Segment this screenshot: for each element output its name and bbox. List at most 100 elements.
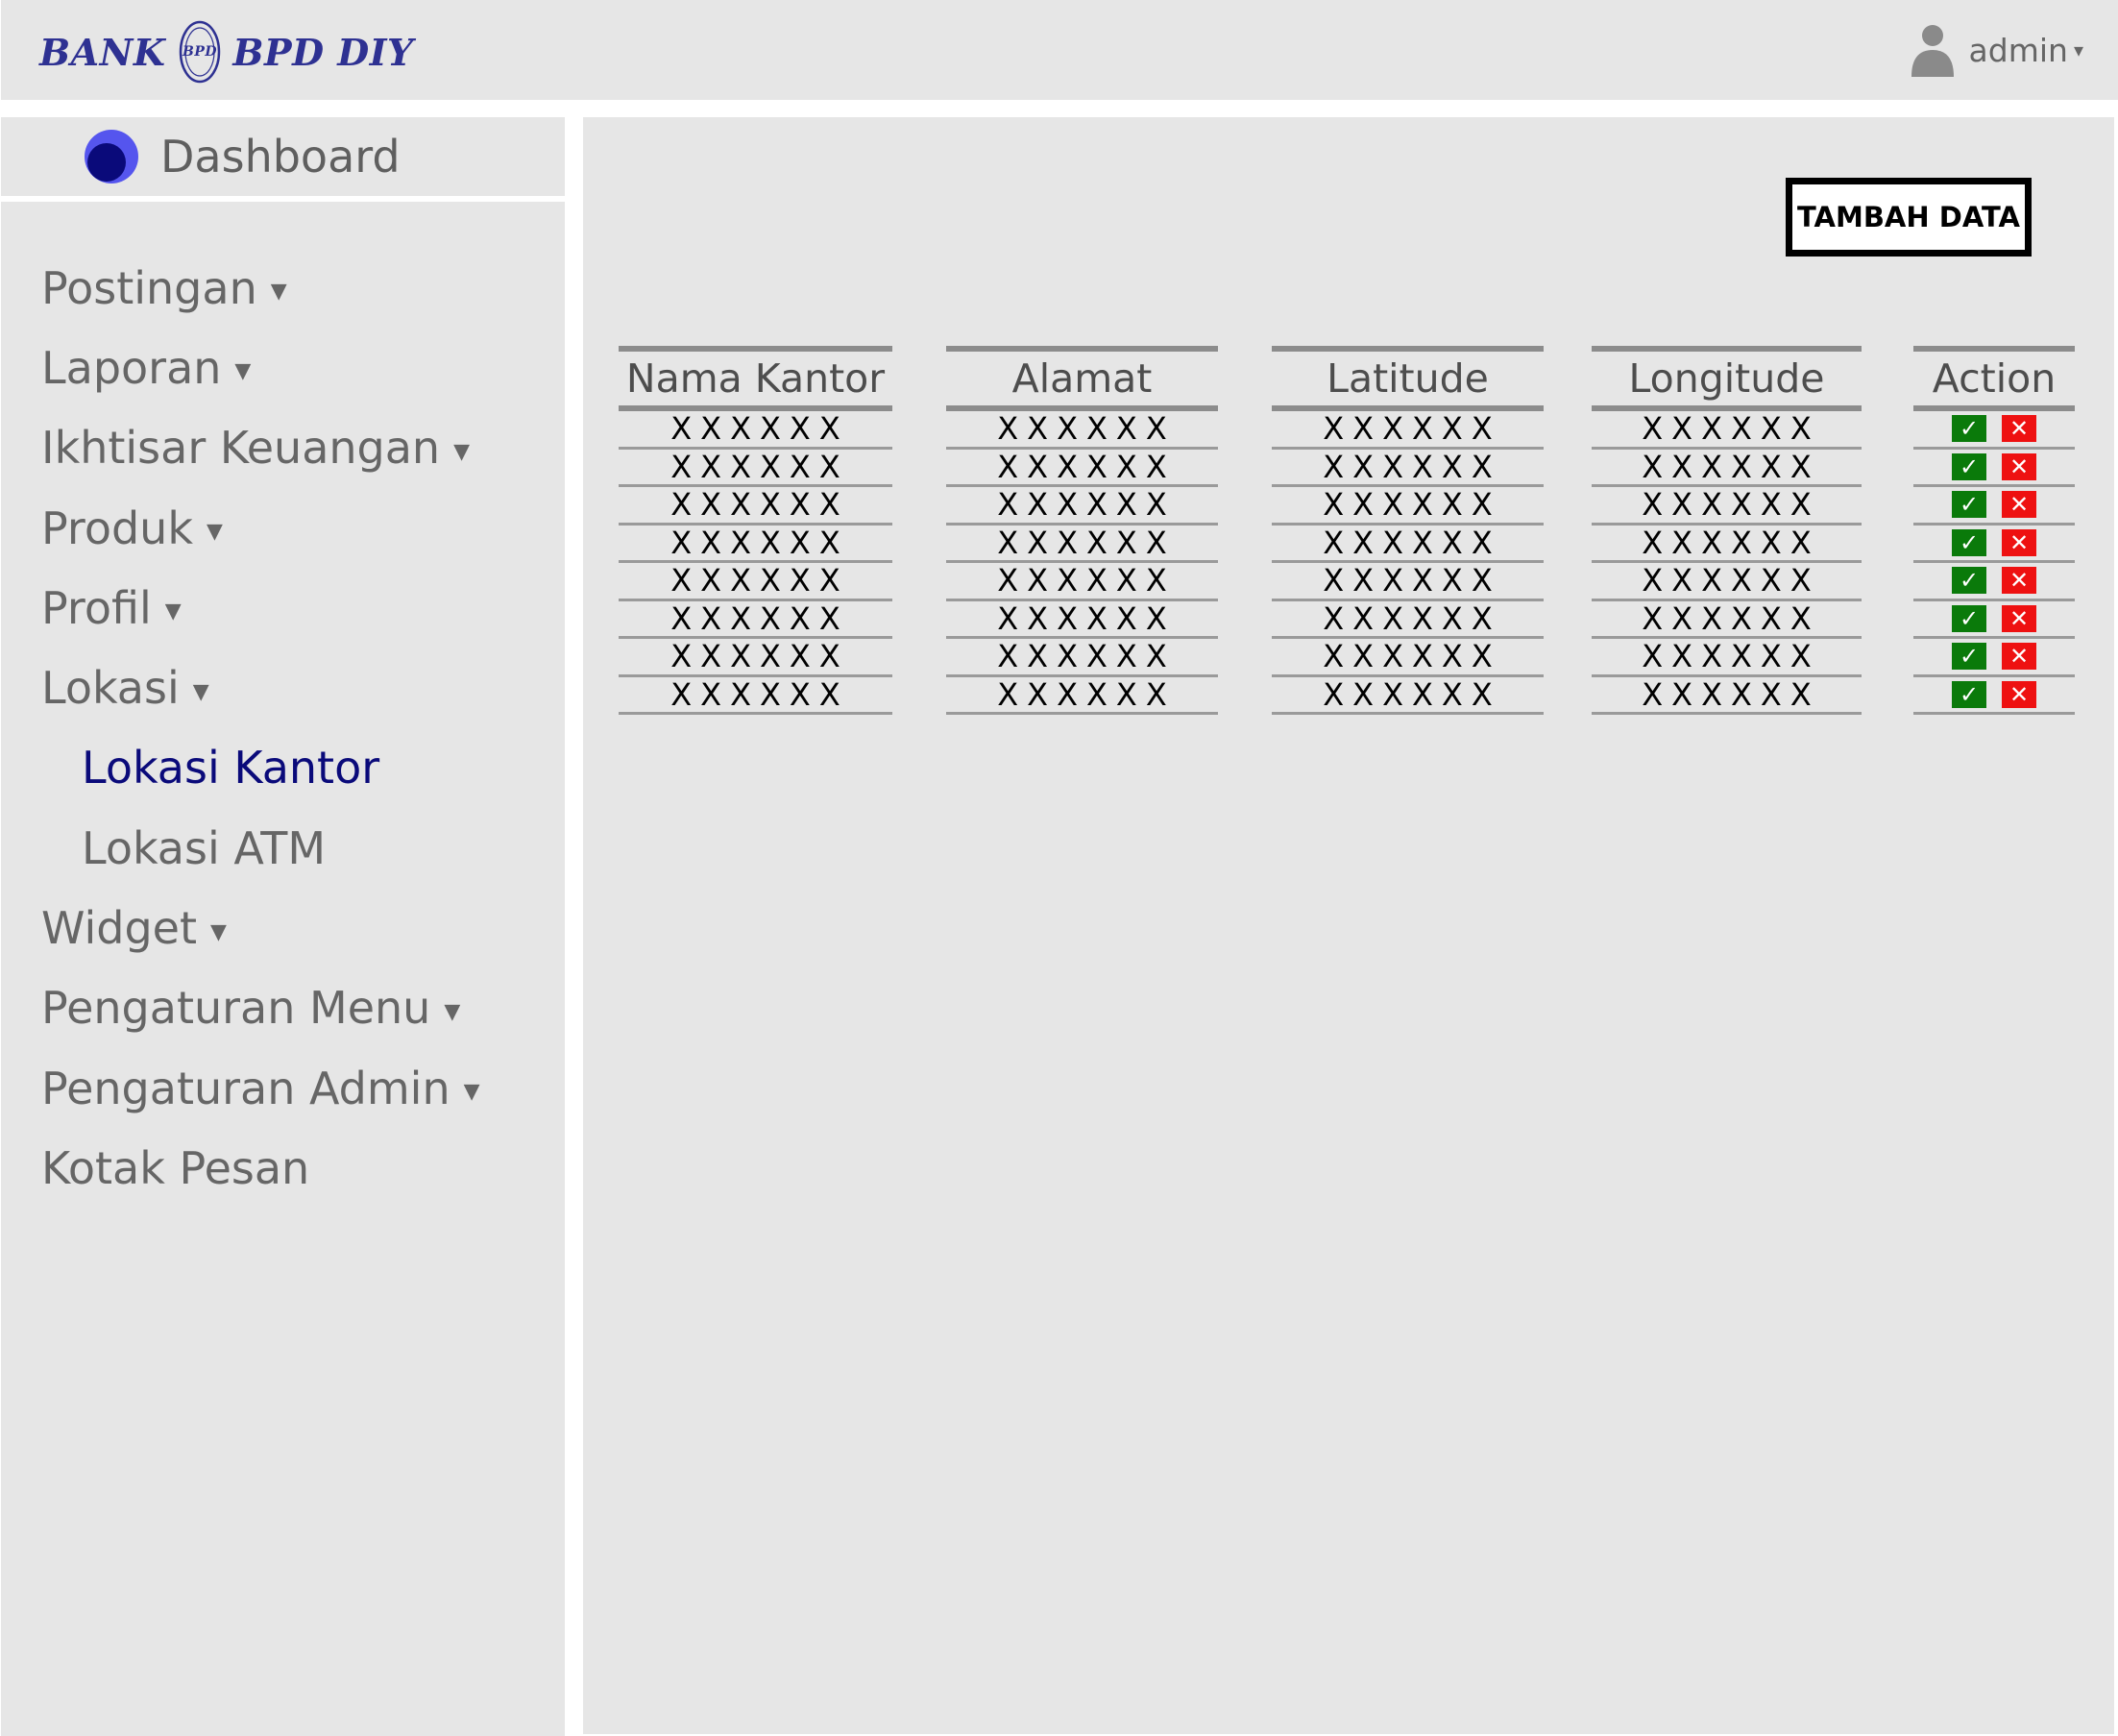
column-alamat: Alamat XXXXXX XXXXXX XXXXXX XXXXXX XXXXXX XXX… (946, 346, 1218, 715)
delete-icon[interactable]: ✕ (2002, 567, 2036, 595)
table-cell: XXXXXX (619, 676, 892, 715)
action-cell: ✓ ✕ (1913, 639, 2075, 677)
caret-down-icon: ▼ (463, 1080, 480, 1105)
svg-text:BPD: BPD (182, 44, 217, 60)
caret-down-icon: ▼ (453, 439, 470, 464)
table-cell: XXXXXX (1592, 410, 1862, 450)
table-cell: XXXXXX (1272, 676, 1544, 715)
table-cell: XXXXXX (1272, 410, 1544, 450)
bank-logo[interactable]: BANK BPD BPD DIY (39, 17, 414, 86)
action-cell: ✓ ✕ (1913, 411, 2075, 450)
sidebar-item-lokasi-atm[interactable]: Lokasi ATM (41, 808, 480, 888)
add-data-button[interactable]: TAMBAH DATA (1786, 178, 2032, 257)
delete-icon[interactable]: ✕ (2002, 643, 2036, 671)
table-cell: XXXXXX (946, 449, 1218, 487)
delete-icon[interactable]: ✕ (2002, 528, 2036, 556)
brand-left-text: BANK (39, 30, 166, 74)
table-cell: XXXXXX (619, 600, 892, 639)
table-cell: XXXXXX (619, 410, 892, 450)
table-cell: XXXXXX (946, 525, 1218, 563)
edit-icon[interactable]: ✓ (1952, 604, 1986, 632)
table-cell: XXXXXX (1272, 449, 1544, 487)
sidebar-item-label: Ikhtisar Keuangan (41, 422, 441, 475)
sidebar: Postingan ▼ Laporan ▼ Ikhtisar Keuangan ▼ Prod… (1, 202, 565, 1736)
dashboard-icon (85, 130, 138, 183)
sidebar-item-label: Lokasi ATM (82, 821, 327, 874)
caret-down-icon: ▼ (210, 919, 227, 944)
dashboard-label: Dashboard (160, 131, 401, 183)
caret-down-icon: ▼ (270, 280, 287, 305)
sidebar-item-profil[interactable]: Profil ▼ (41, 568, 480, 648)
action-cell: ✓ ✕ (1913, 563, 2075, 601)
delete-icon[interactable]: ✕ (2002, 415, 2036, 443)
sidebar-item-widget[interactable]: Widget ▼ (41, 888, 480, 967)
sidebar-item-label: Widget (41, 902, 197, 955)
sidebar-item-label: Lokasi (41, 662, 180, 715)
table-cell: XXXXXX (1272, 486, 1544, 526)
table-cell: XXXXXX (619, 562, 892, 601)
bpd-seal-icon: BPD (180, 20, 221, 84)
sidebar-item-label: Kotak Pesan (41, 1141, 310, 1194)
column-header-latitude[interactable]: Latitude (1272, 346, 1544, 411)
sidebar-item-lokasi[interactable]: Lokasi ▼ (41, 648, 480, 727)
user-name: admin (1968, 31, 2068, 69)
edit-icon[interactable]: ✓ (1952, 452, 1986, 480)
sidebar-item-kotak-pesan[interactable]: Kotak Pesan (41, 1128, 480, 1208)
user-avatar-icon (1911, 25, 1954, 77)
column-header-alamat[interactable]: Alamat (946, 346, 1218, 411)
top-bar: BANK BPD BPD DIY admin ▾ (1, 0, 2118, 100)
column-nama-kantor: Nama Kantor XXXXXX XXXXXX XXXXXX XXXXXX XXXX… (619, 346, 892, 715)
table-cell: XXXXXX (1592, 638, 1862, 677)
sidebar-item-dashboard[interactable]: Dashboard (1, 117, 565, 196)
sidebar-item-label: Pengaturan Menu (41, 982, 431, 1035)
table-cell: XXXXXX (619, 449, 892, 487)
sidebar-item-postingan[interactable]: Postingan ▼ (41, 248, 480, 328)
table-cell: XXXXXX (946, 638, 1218, 677)
edit-icon[interactable]: ✓ (1952, 567, 1986, 595)
column-longitude: Longitude XXXXXX XXXXXX XXXXXX XXXXXX XXXXXX… (1592, 346, 1862, 715)
sidebar-item-produk[interactable]: Produk ▼ (41, 488, 480, 568)
table-cell: XXXXXX (1592, 600, 1862, 639)
table-cell: XXXXXX (946, 562, 1218, 601)
edit-icon[interactable]: ✓ (1952, 643, 1986, 671)
table-cell: XXXXXX (946, 600, 1218, 639)
delete-icon[interactable]: ✕ (2002, 604, 2036, 632)
action-cell: ✓ ✕ (1913, 526, 2075, 563)
caret-down-icon: ▼ (234, 359, 252, 384)
table-cell: XXXXXX (1592, 525, 1862, 563)
caret-down-icon: ▼ (192, 679, 209, 704)
sidebar-item-label: Lokasi Kantor (82, 742, 380, 795)
edit-icon[interactable]: ✓ (1952, 491, 1986, 519)
sidebar-item-pengaturan-menu[interactable]: Pengaturan Menu ▼ (41, 968, 480, 1048)
table-cell: XXXXXX (619, 638, 892, 677)
table-cell: XXXXXX (1272, 525, 1544, 563)
column-action: Action ✓ ✕ ✓ ✕ ✓ ✕ ✓ ✕ ✓ ✕ ✓ ✕ ✓ ✕ ✓ ✕ (1913, 346, 2075, 715)
table-cell: XXXXXX (619, 525, 892, 563)
table-cell: XXXXXX (1592, 449, 1862, 487)
sidebar-item-label: Profil (41, 581, 152, 634)
edit-icon[interactable]: ✓ (1952, 528, 1986, 556)
caret-down-icon: ▼ (444, 999, 461, 1024)
edit-icon[interactable]: ✓ (1952, 415, 1986, 443)
sidebar-item-laporan[interactable]: Laporan ▼ (41, 328, 480, 407)
sidebar-item-pengaturan-admin[interactable]: Pengaturan Admin ▼ (41, 1048, 480, 1128)
table-cell: XXXXXX (1592, 562, 1862, 601)
delete-icon[interactable]: ✕ (2002, 491, 2036, 519)
sidebar-item-label: Produk (41, 501, 193, 554)
delete-icon[interactable]: ✕ (2002, 452, 2036, 480)
caret-down-icon: ▼ (164, 599, 182, 624)
table-cell: XXXXXX (1592, 676, 1862, 715)
chevron-down-icon: ▾ (2073, 38, 2083, 61)
sidebar-item-label: Laporan (41, 341, 222, 394)
user-menu[interactable]: admin ▾ (1911, 15, 2083, 85)
sidebar-item-ikhtisar-keuangan[interactable]: Ikhtisar Keuangan ▼ (41, 408, 480, 488)
column-header-nama-kantor[interactable]: Nama Kantor (619, 346, 892, 411)
action-cell: ✓ ✕ (1913, 601, 2075, 639)
column-header-longitude[interactable]: Longitude (1592, 346, 1862, 411)
sidebar-item-label: Postingan (41, 261, 257, 314)
main-content: TAMBAH DATA Nama Kantor XXXXXX XXXXXX XXXX… (583, 117, 2114, 1734)
column-latitude: Latitude XXXXXX XXXXXX XXXXXX XXXXXX XXXXXX X… (1272, 346, 1544, 715)
sidebar-item-lokasi-kantor[interactable]: Lokasi Kantor (41, 728, 480, 808)
delete-icon[interactable]: ✕ (2002, 680, 2036, 708)
edit-icon[interactable]: ✓ (1952, 680, 1986, 708)
